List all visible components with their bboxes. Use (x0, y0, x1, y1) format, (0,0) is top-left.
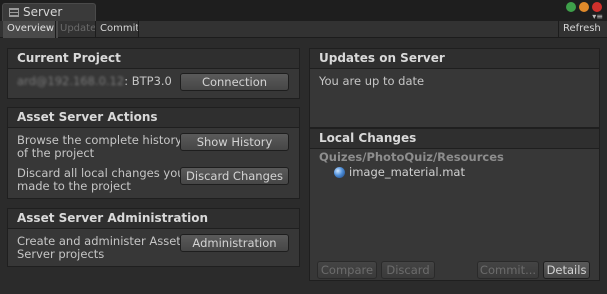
asset-server-actions-header: Asset Server Actions (8, 108, 299, 128)
changes-folder-path[interactable]: Quizes/PhotoQuiz/Resources (319, 150, 504, 164)
details-button[interactable]: Details (543, 261, 590, 279)
current-project-panel: Current Project ard@192.168.0.12: BTP3.0… (7, 48, 300, 99)
list-item[interactable]: image_material.mat (334, 165, 465, 179)
show-history-button[interactable]: Show History (180, 133, 289, 151)
project-name: : BTP3.0 (124, 74, 172, 88)
toolbar: Overview Update Commit Refresh (0, 21, 607, 38)
toolbar-divider (138, 21, 139, 38)
discard-changes-button[interactable]: Discard Changes (180, 167, 289, 185)
asset-server-admin-header: Asset Server Administration (8, 209, 299, 229)
local-changes-header: Local Changes (310, 129, 599, 149)
user-host-redacted: ard@192.168.0.12 (17, 74, 125, 88)
minimize-button[interactable] (566, 2, 576, 12)
admin-description: Create and administer Asset Server proje… (17, 235, 181, 261)
close-button[interactable] (592, 2, 602, 12)
updates-on-server-panel: Updates on Server You are up to date (309, 48, 600, 128)
tab-overview[interactable]: Overview (3, 21, 59, 38)
compare-button[interactable]: Compare (317, 261, 377, 279)
admin-text-line2: Server projects (17, 247, 105, 261)
commit-button[interactable]: Commit... (477, 261, 539, 279)
window-controls (566, 2, 602, 12)
discard-description: Discard all local changes you made to th… (17, 167, 185, 193)
window-title: Server (23, 5, 63, 19)
local-changes-panel: Local Changes Quizes/PhotoQuiz/Resources… (309, 128, 600, 281)
asset-server-admin-panel: Asset Server Administration Create and a… (7, 208, 300, 267)
discard-button[interactable]: Discard (381, 261, 435, 279)
updates-on-server-header: Updates on Server (310, 49, 599, 69)
history-description: Browse the complete history of the proje… (17, 134, 182, 160)
history-text-line2: of the project (17, 146, 95, 160)
administration-button[interactable]: Administration (180, 234, 289, 252)
panel-menu-icon[interactable]: ▾≡ (592, 13, 603, 21)
discard-text-line2: made to the project (17, 179, 131, 193)
window-tab[interactable]: Server (2, 3, 96, 21)
material-sphere-icon (334, 166, 345, 178)
asset-server-actions-panel: Asset Server Actions Browse the complete… (7, 107, 300, 199)
current-project-header: Current Project (8, 49, 299, 69)
connection-button[interactable]: Connection (180, 73, 289, 91)
server-window-icon (9, 8, 19, 17)
tab-update[interactable]: Update (56, 21, 100, 38)
tab-commit[interactable]: Commit (96, 21, 143, 38)
file-name: image_material.mat (349, 165, 465, 179)
project-info: ard@192.168.0.12: BTP3.0 (17, 75, 172, 88)
title-bar: Server ▾≡ (0, 0, 607, 21)
refresh-button[interactable]: Refresh (559, 21, 605, 38)
update-status: You are up to date (319, 74, 425, 88)
maximize-button[interactable] (579, 2, 589, 12)
